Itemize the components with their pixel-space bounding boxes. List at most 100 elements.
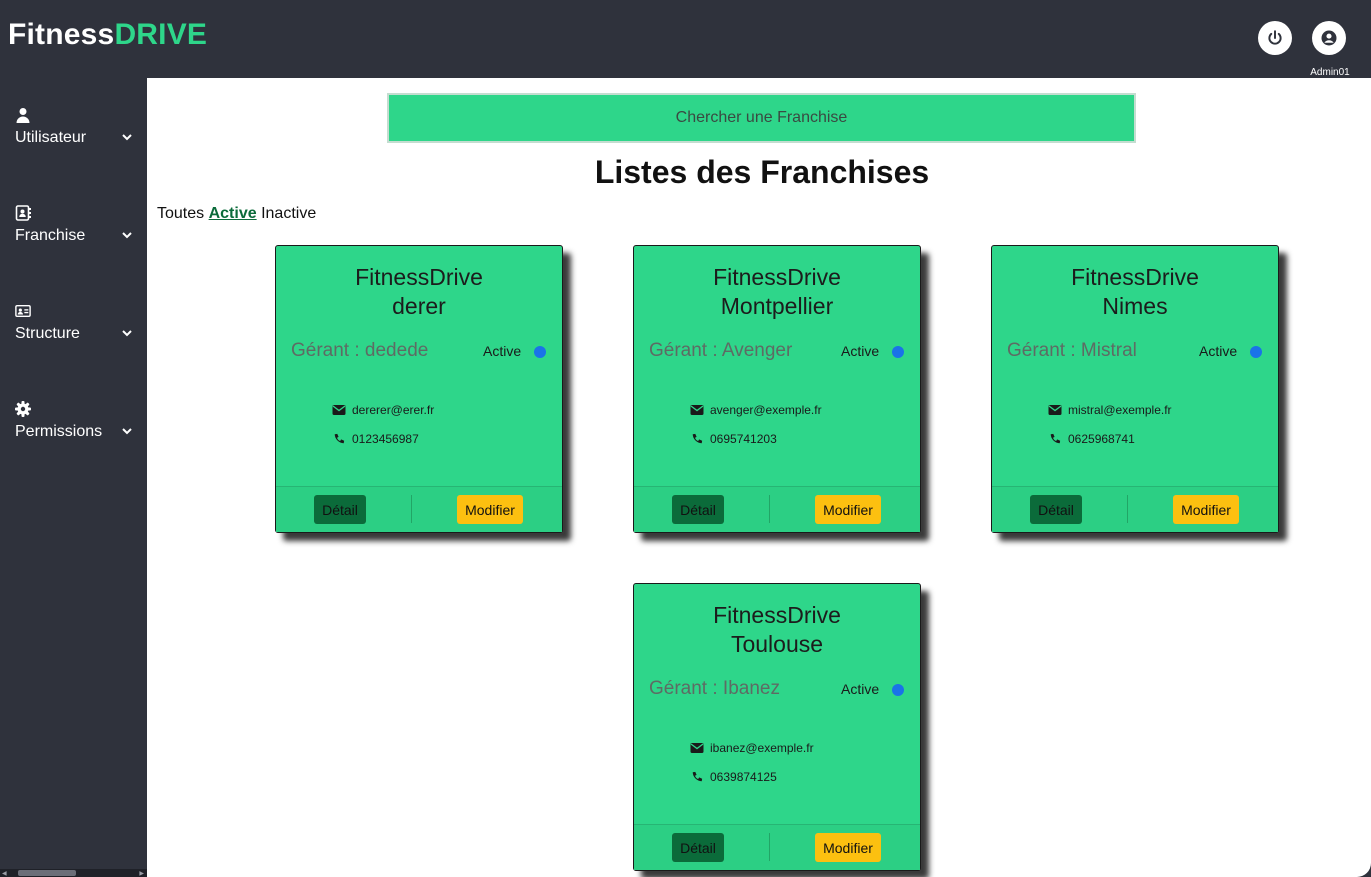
franchise-name: FitnessDrive Toulouse xyxy=(634,601,920,659)
franchise-manager: Gérant : Avenger xyxy=(649,340,793,361)
franchise-card: FitnessDrive Toulouse Gérant : Ibanez Ac… xyxy=(633,583,921,871)
sidebar-item-utilisateur[interactable]: Utilisateur xyxy=(0,107,147,167)
franchise-city: Montpellier xyxy=(720,293,834,319)
phone-icon xyxy=(1050,433,1061,444)
filter-active[interactable]: Active xyxy=(209,205,257,222)
detail-button[interactable]: Détail xyxy=(1030,495,1082,524)
scroll-left-icon[interactable]: ◀ xyxy=(2,870,7,877)
envelope-icon xyxy=(690,405,704,415)
envelope-icon xyxy=(690,743,704,753)
top-header: FitnessDRIVE Admin01 xyxy=(0,0,1371,78)
sidebar-item-franchise[interactable]: Franchise xyxy=(0,205,147,265)
sidebar-item-permissions[interactable]: Permissions xyxy=(0,401,147,461)
app-logo[interactable]: FitnessDRIVE xyxy=(8,18,207,52)
logo-part-fitness: Fitness xyxy=(8,18,115,51)
status-filter: Toutes Active Inactive xyxy=(157,205,316,223)
chevron-down-icon xyxy=(122,134,132,141)
chevron-down-icon xyxy=(122,330,132,337)
scroll-right-icon[interactable]: ▶ xyxy=(139,870,144,877)
modify-button[interactable]: Modifier xyxy=(815,833,881,862)
franchise-email: avenger@exemple.fr xyxy=(710,403,822,417)
card-footer: Détail Modifier xyxy=(276,486,562,532)
franchise-city: Nimes xyxy=(1102,293,1168,319)
franchise-brand: FitnessDrive xyxy=(713,602,841,628)
address-book-icon xyxy=(15,205,31,221)
detail-button[interactable]: Détail xyxy=(314,495,366,524)
page-title: Listes des Franchises xyxy=(594,154,930,190)
franchise-phone: 0639874125 xyxy=(710,770,777,784)
franchise-email: mistral@exemple.fr xyxy=(1068,403,1172,417)
email-row: mistral@exemple.fr xyxy=(1048,403,1172,417)
franchise-phone: 0123456987 xyxy=(352,432,419,446)
franchise-phone: 0695741203 xyxy=(710,432,777,446)
card-footer: Détail Modifier xyxy=(634,824,920,870)
franchise-manager: Gérant : Ibanez xyxy=(649,678,780,699)
franchise-card: FitnessDrive Montpellier Gérant : Avenge… xyxy=(633,245,921,533)
franchise-brand: FitnessDrive xyxy=(1071,264,1199,290)
phone-row: 0639874125 xyxy=(690,770,777,784)
sidebar-item-label: Structure xyxy=(15,325,80,342)
user-icon xyxy=(16,108,30,123)
franchise-name: FitnessDrive Montpellier xyxy=(634,263,920,321)
logo-part-drive: DRIVE xyxy=(114,18,208,51)
username-label: Admin01 xyxy=(1310,67,1350,78)
id-card-icon xyxy=(15,304,31,318)
main-content: Listes des Franchises Toutes Active Inac… xyxy=(147,78,1371,877)
card-footer: Détail Modifier xyxy=(634,486,920,532)
status-label: Active xyxy=(1199,343,1238,359)
sidebar-item-structure[interactable]: Structure xyxy=(0,303,147,363)
modify-button[interactable]: Modifier xyxy=(815,495,881,524)
footer-divider xyxy=(1127,495,1128,523)
phone-row: 0695741203 xyxy=(690,432,777,446)
status-dot xyxy=(534,346,546,358)
phone-row: 0123456987 xyxy=(332,432,419,446)
sidebar-item-label: Utilisateur xyxy=(15,129,87,146)
email-row: ibanez@exemple.fr xyxy=(690,741,814,755)
horizontal-scrollbar[interactable]: ◀ ▶ xyxy=(0,869,147,877)
phone-icon xyxy=(692,433,703,444)
footer-divider xyxy=(769,833,770,861)
chevron-down-icon xyxy=(122,232,132,239)
scrollbar-thumb[interactable] xyxy=(18,870,76,876)
phone-icon xyxy=(334,433,345,444)
franchise-phone: 0625968741 xyxy=(1068,432,1135,446)
status-label: Active xyxy=(841,343,880,359)
gear-icon xyxy=(15,401,31,417)
modify-button[interactable]: Modifier xyxy=(1173,495,1239,524)
user-circle-icon xyxy=(1321,30,1337,46)
franchise-card: FitnessDrive derer Gérant : dedede Activ… xyxy=(275,245,563,533)
power-button[interactable] xyxy=(1258,21,1292,55)
franchise-brand: FitnessDrive xyxy=(713,264,841,290)
power-icon xyxy=(1268,30,1282,45)
franchise-name: FitnessDrive Nimes xyxy=(992,263,1278,321)
sidebar-item-label: Franchise xyxy=(15,227,86,244)
status-label: Active xyxy=(841,681,880,697)
detail-button[interactable]: Détail xyxy=(672,495,724,524)
user-account-button[interactable] xyxy=(1312,21,1346,55)
sidebar: Utilisateur Franchise Structure Permissi… xyxy=(0,78,147,877)
franchise-manager: Gérant : dedede xyxy=(291,340,429,361)
filter-inactive[interactable]: Inactive xyxy=(261,205,316,222)
franchise-email: dererer@erer.fr xyxy=(352,403,435,417)
status-dot xyxy=(892,684,904,696)
franchise-email: ibanez@exemple.fr xyxy=(710,741,814,755)
franchise-brand: FitnessDrive xyxy=(355,264,483,290)
modify-button[interactable]: Modifier xyxy=(457,495,523,524)
status-dot xyxy=(892,346,904,358)
chevron-down-icon xyxy=(122,428,132,435)
email-row: avenger@exemple.fr xyxy=(690,403,822,417)
email-row: dererer@erer.fr xyxy=(332,403,434,417)
phone-icon xyxy=(692,771,703,782)
franchise-city: derer xyxy=(392,293,446,319)
detail-button[interactable]: Détail xyxy=(672,833,724,862)
franchise-name: FitnessDrive derer xyxy=(276,263,562,321)
sidebar-item-label: Permissions xyxy=(15,423,103,440)
envelope-icon xyxy=(332,405,346,415)
franchise-city: Toulouse xyxy=(730,631,824,657)
status-dot xyxy=(1250,346,1262,358)
envelope-icon xyxy=(1048,405,1062,415)
search-input[interactable] xyxy=(387,93,1136,143)
footer-divider xyxy=(411,495,412,523)
footer-divider xyxy=(769,495,770,523)
filter-all[interactable]: Toutes xyxy=(157,205,204,222)
